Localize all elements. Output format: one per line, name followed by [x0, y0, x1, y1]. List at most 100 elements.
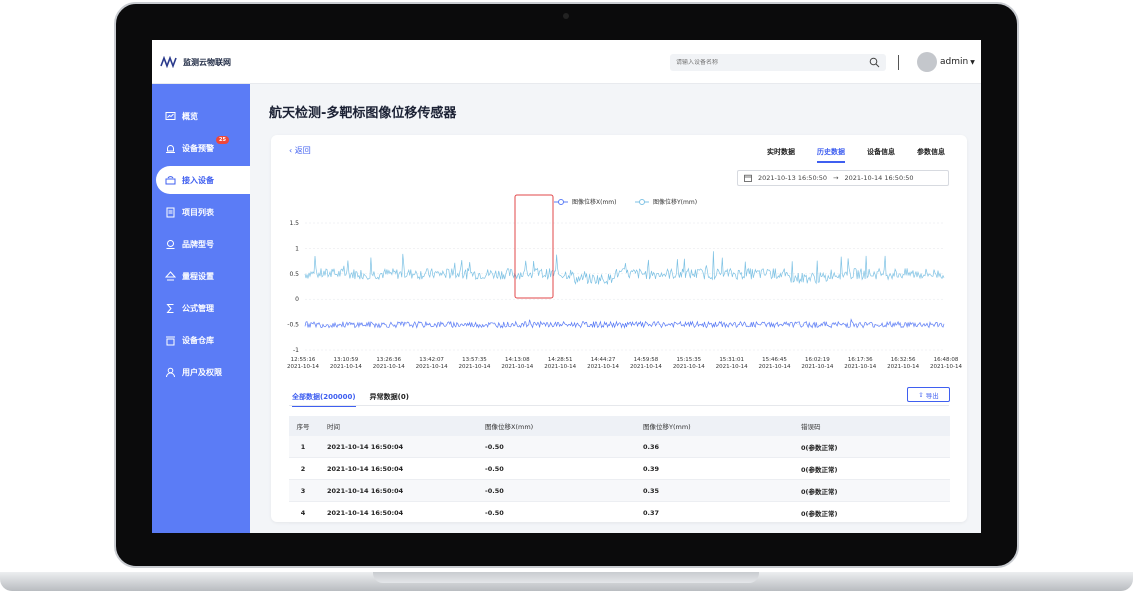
user-name: admin: [940, 57, 969, 67]
x-tick-date: 2021-10-14: [630, 364, 662, 370]
subtab-divider: [289, 405, 949, 406]
tab-device-info[interactable]: 设备信息: [867, 147, 895, 163]
brand[interactable]: 监测云物联网: [160, 56, 231, 68]
column-header: 图像位移X(mm): [485, 423, 534, 431]
x-tick-date: 2021-10-14: [587, 364, 619, 370]
legend-label: 图像位移Y(mm): [653, 198, 697, 206]
export-button[interactable]: ⇪ 导出: [907, 387, 950, 402]
data-table: 序号 时间 图像位移X(mm) 图像位移Y(mm) 错误码 1 2021-10-14 16…: [289, 416, 950, 524]
sidebar-item-label: 设备仓库: [182, 335, 214, 345]
tab-history[interactable]: 历史数据: [817, 147, 845, 163]
sidebar-item-1[interactable]: 设备预警 25: [152, 134, 250, 162]
sidebar-item-label: 项目列表: [182, 207, 214, 217]
tab-params[interactable]: 参数信息: [917, 147, 945, 163]
export-label: 导出: [925, 391, 939, 400]
x-tick-date: 2021-10-14: [544, 364, 576, 370]
table-cell: 0.37: [643, 508, 660, 517]
sidebar-item-label: 概览: [182, 111, 198, 121]
list-icon: [166, 207, 175, 217]
table-cell: 0.39: [643, 464, 660, 473]
table-cell: 2021-10-14 16:50:04: [327, 464, 404, 473]
table-header: 序号 时间 图像位移X(mm) 图像位移Y(mm) 错误码: [289, 416, 950, 436]
table-cell: 2021-10-14 16:50:04: [327, 508, 404, 517]
column-header: 错误码: [801, 423, 821, 431]
selection-highlight-box: [514, 194, 554, 299]
table-row: 1 2021-10-14 16:50:04 -0.50 0.36 0(参数正常): [289, 436, 950, 458]
y-tick-label: 0: [295, 296, 299, 303]
page-title: 航天检测-多靶标图像位移传感器: [269, 106, 457, 121]
x-tick-time: 16:02:19: [805, 357, 830, 363]
sidebar-item-label: 公式管理: [182, 303, 214, 313]
camera-dot: [563, 13, 569, 19]
sidebar-item-label: 用户及权限: [182, 367, 222, 377]
legend-marker: [639, 199, 645, 205]
x-tick-date: 2021-10-14: [844, 364, 876, 370]
sidebar-item-8[interactable]: 用户及权限: [152, 358, 250, 386]
search-input[interactable]: [676, 59, 856, 66]
sidebar-item-2[interactable]: 接入设备: [156, 166, 250, 194]
table-cell: 3: [300, 486, 306, 495]
formula-icon: [166, 303, 174, 313]
range-icon: [165, 270, 176, 280]
chart-icon: [165, 111, 176, 120]
sidebar-item-4[interactable]: 品牌型号: [152, 230, 250, 258]
table-cell: 2021-10-14 16:50:04: [327, 442, 404, 451]
table-cell: 0(参数正常): [801, 487, 838, 496]
table-cell: 0.35: [643, 486, 660, 495]
search-icon[interactable]: [869, 57, 880, 68]
tab-realtime[interactable]: 实时数据: [767, 147, 795, 163]
range-start: 2021-10-13 16:50:50: [758, 174, 828, 182]
back-link[interactable]: ‹ 返回: [289, 145, 311, 156]
table-cell: 0(参数正常): [801, 509, 838, 518]
brand-icon: [166, 239, 175, 249]
x-tick-time: 15:15:35: [676, 357, 701, 363]
table-cell: -0.50: [485, 464, 504, 473]
date-range-picker[interactable]: 2021-10-13 16:50:50 → 2021-10-14 16:50:5…: [737, 170, 949, 186]
avatar[interactable]: [917, 52, 937, 72]
x-tick-time: 15:46:45: [762, 357, 787, 363]
sidebar-item-7[interactable]: 设备仓库: [152, 326, 250, 354]
x-tick-time: 14:28:51: [548, 357, 573, 363]
user-icon: [166, 367, 175, 377]
sidebar-item-label: 设备预警: [182, 143, 214, 153]
series-line-x: [304, 318, 945, 329]
table-cell: 0.36: [643, 442, 660, 451]
x-tick-time: 14:13:08: [505, 357, 530, 363]
alarm-icon: [166, 144, 175, 153]
x-tick-date: 2021-10-14: [330, 364, 362, 370]
sidebar-item-0[interactable]: 概览: [152, 102, 250, 130]
user-menu[interactable]: admin ▼: [940, 57, 975, 67]
table-cell: -0.50: [485, 486, 504, 495]
sidebar-item-5[interactable]: 量程设置: [152, 262, 250, 290]
legend-marker: [558, 199, 564, 205]
table-row: 4 2021-10-14 16:50:04 -0.50 0.37 0(参数正常): [289, 502, 950, 524]
sidebar-item-3[interactable]: 项目列表: [152, 198, 250, 226]
x-tick-date: 2021-10-14: [416, 364, 448, 370]
warehouse-icon: [166, 336, 175, 345]
x-tick-time: 14:59:58: [634, 357, 659, 363]
table-cell: 0(参数正常): [801, 443, 838, 452]
range-arrow: →: [833, 174, 839, 182]
y-tick-label: 1.5: [289, 220, 299, 227]
logo-icon: [160, 56, 177, 68]
y-tick-label: 1: [295, 245, 299, 252]
table-cell: 0(参数正常): [801, 465, 838, 474]
table-cell: 4: [300, 508, 306, 517]
caret-down-icon: ▼: [970, 58, 975, 66]
table-cell: -0.50: [485, 508, 504, 517]
column-header: 时间: [327, 423, 340, 431]
table-body: 1 2021-10-14 16:50:04 -0.50 0.36 0(参数正常) 2 202…: [289, 436, 950, 524]
table-cell: 2021-10-14 16:50:04: [327, 486, 404, 495]
brand-name: 监测云物联网: [183, 57, 231, 67]
sidebar-item-label: 接入设备: [182, 175, 214, 185]
column-header: 序号: [296, 423, 310, 431]
laptop-notch: [373, 572, 759, 583]
x-tick-time: 15:31:01: [719, 357, 744, 363]
sidebar-item-6[interactable]: 公式管理: [152, 294, 250, 322]
x-tick-date: 2021-10-14: [501, 364, 533, 370]
x-tick-date: 2021-10-14: [759, 364, 791, 370]
search-box[interactable]: [670, 54, 886, 71]
sidebar-item-label: 品牌型号: [182, 239, 214, 249]
x-tick-time: 16:17:36: [848, 357, 873, 363]
column-header: 图像位移Y(mm): [643, 423, 691, 431]
